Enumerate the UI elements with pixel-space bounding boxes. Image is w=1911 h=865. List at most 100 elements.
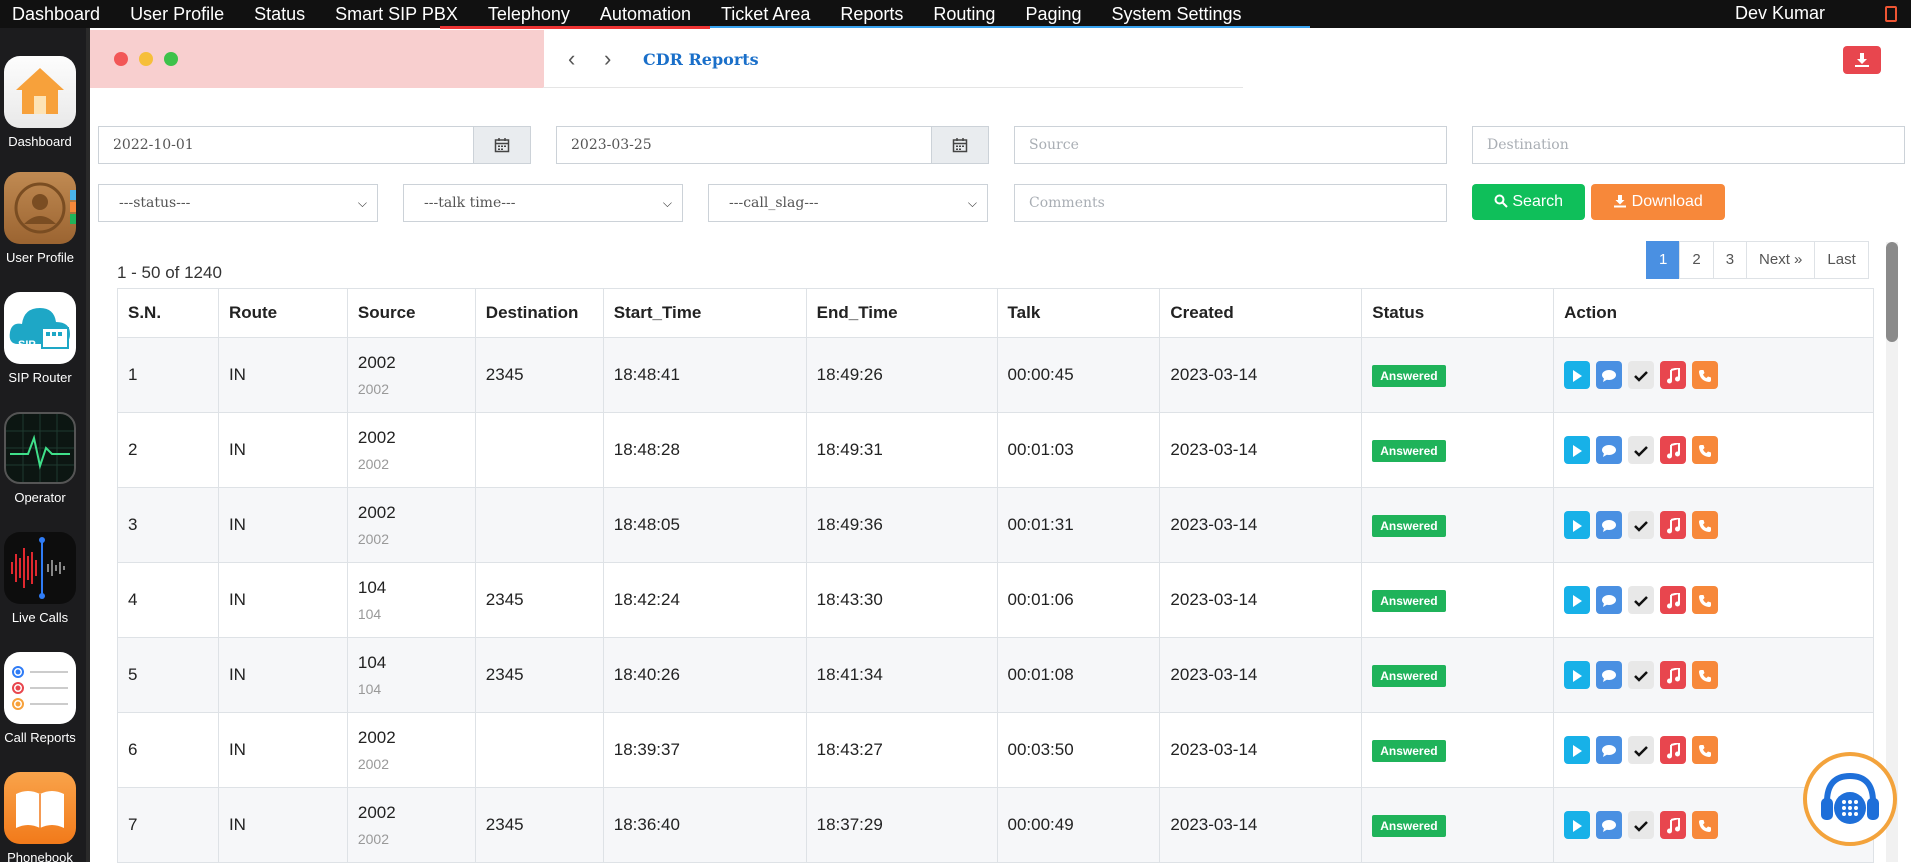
music-note-icon[interactable] bbox=[1660, 586, 1687, 614]
music-note-icon[interactable] bbox=[1660, 511, 1687, 539]
menu-automation[interactable]: Automation bbox=[585, 4, 706, 25]
download-button[interactable]: Download bbox=[1591, 184, 1725, 220]
play-icon[interactable] bbox=[1564, 811, 1591, 839]
dock-item-phonebook[interactable]: Phonebook bbox=[0, 772, 80, 865]
phone-icon[interactable] bbox=[1692, 661, 1719, 689]
comments-field[interactable] bbox=[1014, 184, 1447, 222]
column-header-talk[interactable]: Talk bbox=[996, 288, 1161, 338]
column-header-end-time[interactable]: End_Time bbox=[805, 288, 998, 338]
check-icon[interactable] bbox=[1628, 436, 1655, 464]
comment-icon[interactable] bbox=[1596, 511, 1623, 539]
menu-routing[interactable]: Routing bbox=[918, 4, 1010, 25]
support-headset-button[interactable] bbox=[1803, 752, 1897, 846]
check-icon[interactable] bbox=[1628, 736, 1655, 764]
phone-icon[interactable] bbox=[1692, 586, 1719, 614]
column-header-status[interactable]: Status bbox=[1361, 288, 1555, 338]
comment-icon[interactable] bbox=[1596, 811, 1623, 839]
page-2[interactable]: 2 bbox=[1679, 241, 1714, 279]
music-note-icon[interactable] bbox=[1660, 736, 1687, 764]
check-icon[interactable] bbox=[1628, 811, 1655, 839]
menu-reports[interactable]: Reports bbox=[825, 4, 918, 25]
page-3[interactable]: 3 bbox=[1712, 241, 1748, 279]
forward-arrow-icon[interactable]: › bbox=[604, 46, 611, 72]
column-header-created[interactable]: Created bbox=[1159, 288, 1363, 338]
source-number: 2002 bbox=[357, 503, 396, 522]
play-icon[interactable] bbox=[1564, 736, 1591, 764]
column-header-route[interactable]: Route bbox=[217, 288, 348, 338]
cell-destination: 2345 bbox=[474, 337, 604, 413]
page-last[interactable]: Last bbox=[1814, 241, 1869, 279]
dock-item-live-calls[interactable]: Live Calls bbox=[0, 532, 80, 625]
date-to-input[interactable] bbox=[557, 127, 988, 163]
cell-start-time: 18:48:28 bbox=[602, 412, 807, 488]
menu-dashboard[interactable]: Dashboard bbox=[0, 4, 115, 25]
status-select[interactable]: ---status--- ⌵ bbox=[98, 184, 378, 222]
dock-item-operator[interactable]: Operator bbox=[0, 412, 80, 505]
comments-input[interactable] bbox=[1015, 185, 1446, 221]
back-arrow-icon[interactable]: ‹ bbox=[568, 46, 575, 72]
close-window-button[interactable] bbox=[114, 52, 128, 66]
menu-user-profile[interactable]: User Profile bbox=[115, 4, 239, 25]
destination-field[interactable] bbox=[1472, 126, 1905, 164]
comment-icon[interactable] bbox=[1596, 361, 1623, 389]
minimize-window-button[interactable] bbox=[139, 52, 153, 66]
page-1[interactable]: 1 bbox=[1646, 241, 1681, 279]
comment-icon[interactable] bbox=[1596, 736, 1623, 764]
calendar-icon[interactable] bbox=[473, 127, 530, 163]
phone-icon[interactable] bbox=[1692, 511, 1719, 539]
search-button[interactable]: Search bbox=[1472, 184, 1585, 220]
phone-icon[interactable] bbox=[1692, 436, 1719, 464]
dock-item-dashboard[interactable]: Dashboard bbox=[0, 56, 80, 149]
date-from-field[interactable] bbox=[98, 126, 531, 164]
column-header-sn[interactable]: S.N. bbox=[117, 288, 219, 338]
play-icon[interactable] bbox=[1564, 586, 1591, 614]
page-next[interactable]: Next » bbox=[1746, 241, 1816, 279]
date-to-field[interactable] bbox=[556, 126, 989, 164]
menu-smart-sip-pbx[interactable]: Smart SIP PBX bbox=[320, 4, 473, 25]
date-from-input[interactable] bbox=[99, 127, 530, 163]
destination-input[interactable] bbox=[1473, 127, 1904, 163]
source-field[interactable] bbox=[1014, 126, 1447, 164]
calendar-icon[interactable] bbox=[931, 127, 988, 163]
menu-status[interactable]: Status bbox=[239, 4, 320, 25]
music-note-icon[interactable] bbox=[1660, 811, 1687, 839]
user-name[interactable]: Dev Kumar bbox=[1735, 3, 1825, 24]
notification-icon[interactable] bbox=[1885, 6, 1897, 22]
export-download-button[interactable] bbox=[1843, 46, 1881, 74]
dock-item-user-profile[interactable]: User Profile bbox=[0, 172, 80, 265]
call-slag-select[interactable]: ---call_slag--- ⌵ bbox=[708, 184, 988, 222]
scrollbar-thumb[interactable] bbox=[1886, 242, 1898, 342]
music-note-icon[interactable] bbox=[1660, 436, 1687, 464]
dock-item-call-reports[interactable]: Call Reports bbox=[0, 652, 80, 745]
talk-time-select[interactable]: ---talk time--- ⌵ bbox=[403, 184, 683, 222]
page-title: CDR Reports bbox=[643, 50, 759, 69]
menu-paging[interactable]: Paging bbox=[1010, 4, 1096, 25]
play-icon[interactable] bbox=[1564, 361, 1591, 389]
column-header-start-time[interactable]: Start_Time bbox=[602, 288, 807, 338]
play-icon[interactable] bbox=[1564, 436, 1591, 464]
table-row: 2 IN 2002 2002 18:48:28 18:49:31 00:01:03 2023-… bbox=[117, 412, 1874, 488]
music-note-icon[interactable] bbox=[1660, 361, 1687, 389]
check-icon[interactable] bbox=[1628, 661, 1655, 689]
check-icon[interactable] bbox=[1628, 361, 1655, 389]
column-header-destination[interactable]: Destination bbox=[474, 288, 604, 338]
phone-icon[interactable] bbox=[1692, 361, 1719, 389]
check-icon[interactable] bbox=[1628, 586, 1655, 614]
phone-icon[interactable] bbox=[1692, 811, 1719, 839]
play-icon[interactable] bbox=[1564, 661, 1591, 689]
phone-icon[interactable] bbox=[1692, 736, 1719, 764]
play-icon[interactable] bbox=[1564, 511, 1591, 539]
menu-system-settings[interactable]: System Settings bbox=[1097, 4, 1257, 25]
comment-icon[interactable] bbox=[1596, 586, 1623, 614]
maximize-window-button[interactable] bbox=[164, 52, 178, 66]
dock-item-sip-router[interactable]: SIP SIP Router bbox=[0, 292, 80, 385]
comment-icon[interactable] bbox=[1596, 436, 1623, 464]
column-header-source[interactable]: Source bbox=[346, 288, 476, 338]
source-input[interactable] bbox=[1015, 127, 1446, 163]
check-icon[interactable] bbox=[1628, 511, 1655, 539]
music-note-icon[interactable] bbox=[1660, 661, 1687, 689]
menu-ticket-area[interactable]: Ticket Area bbox=[706, 4, 825, 25]
menu-telephony[interactable]: Telephony bbox=[473, 4, 585, 25]
comment-icon[interactable] bbox=[1596, 661, 1623, 689]
table-body: 1 IN 2002 2002 2345 18:48:41 18:49:26 00:00:45 2… bbox=[117, 337, 1874, 863]
